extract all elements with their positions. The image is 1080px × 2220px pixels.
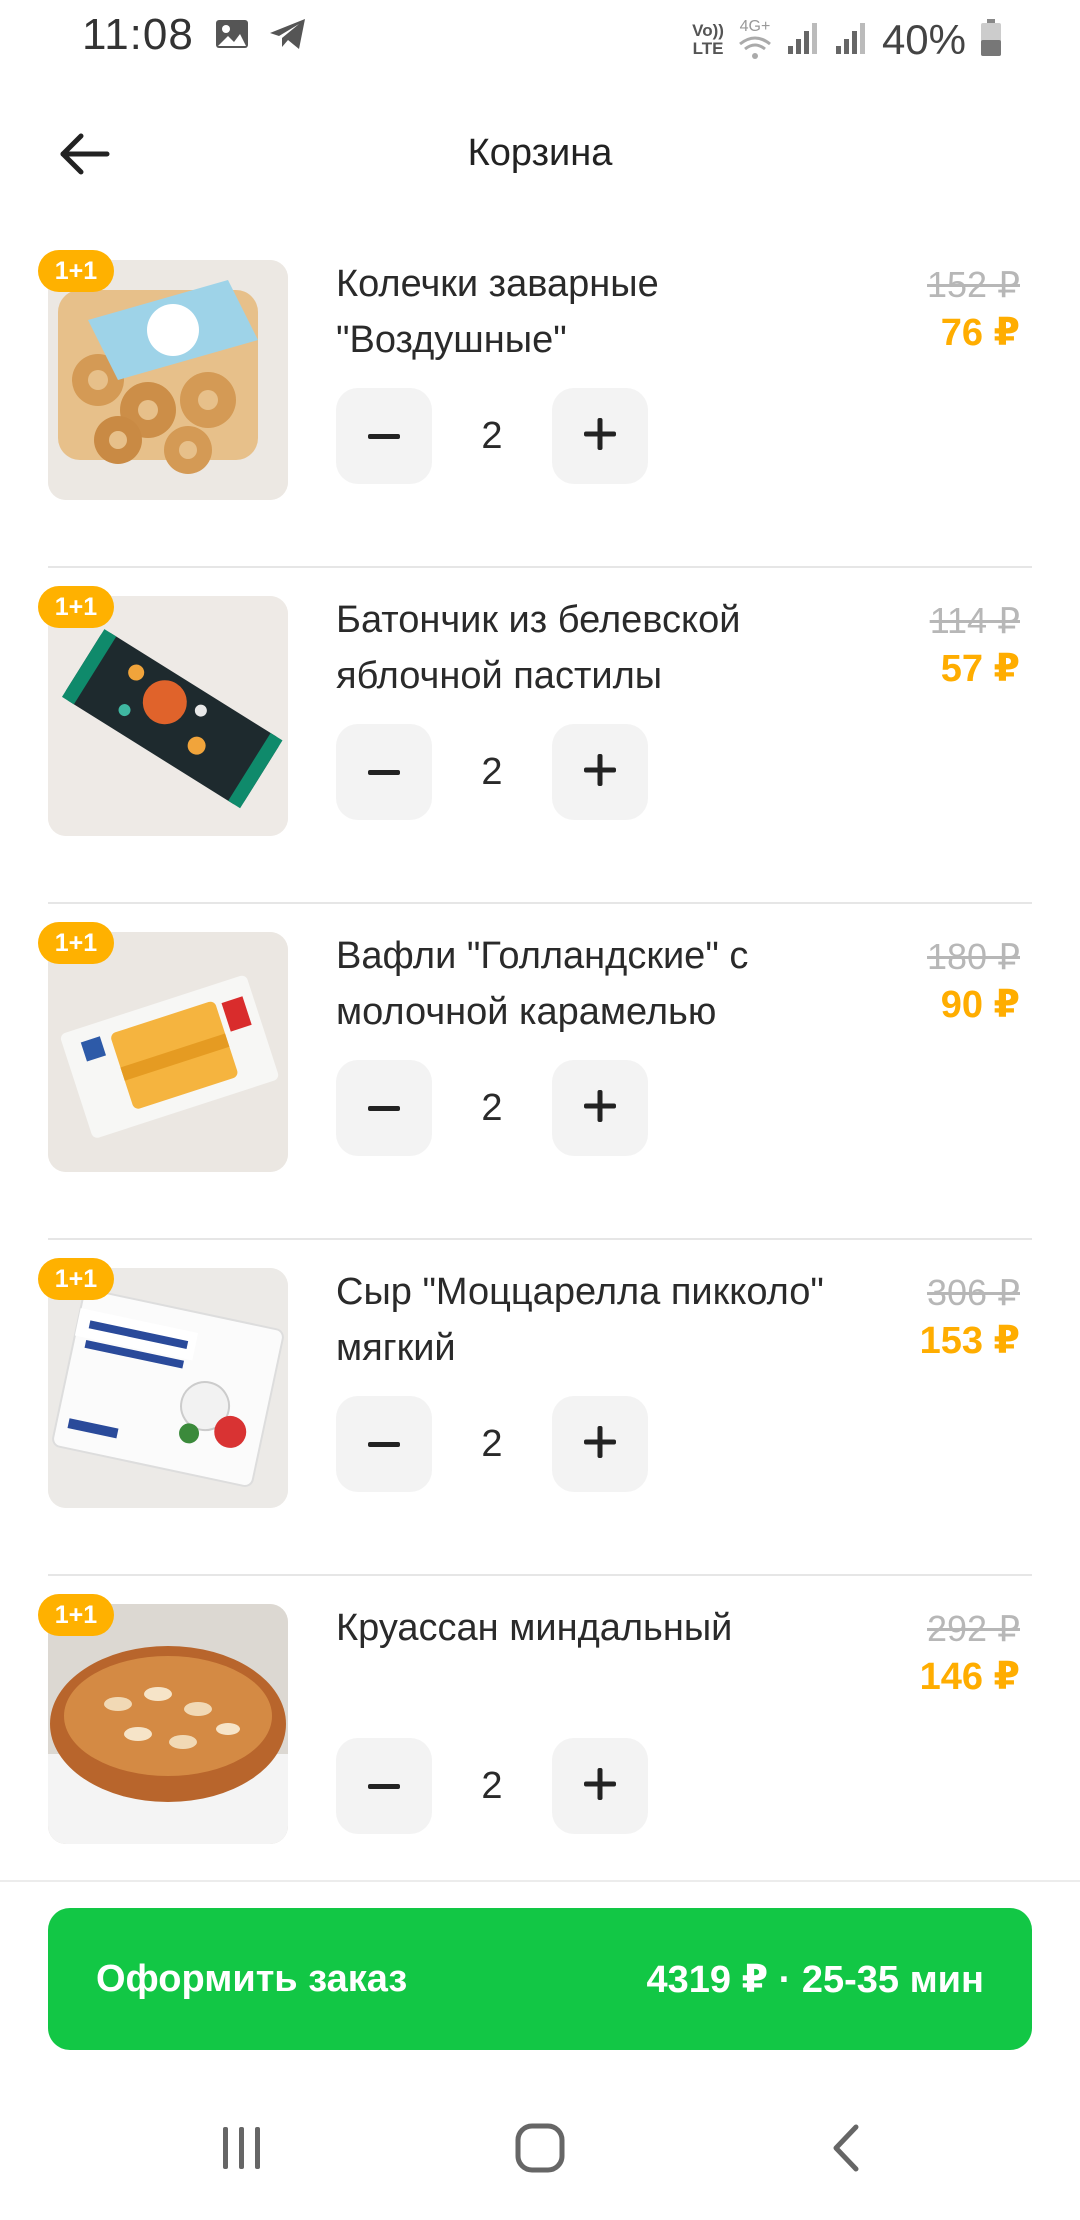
checkout-button[interactable]: Оформить заказ 4319 ₽ · 25-35 мин [48, 1908, 1032, 2050]
promo-badge: 1+1 [38, 586, 114, 628]
image-icon [214, 16, 250, 57]
new-price: 76 ₽ [940, 312, 1020, 354]
recents-button[interactable] [202, 2120, 282, 2180]
quantity-value: 2 [481, 1086, 503, 1129]
signal-icon [834, 20, 868, 61]
minus-icon [368, 1099, 400, 1117]
promo-badge: 1+1 [38, 250, 114, 292]
minus-icon [368, 763, 400, 781]
quantity-value: 2 [481, 1422, 503, 1465]
old-price: 180 ₽ [927, 936, 1020, 977]
status-time: 11:08 [82, 10, 194, 59]
cart-item: 1+1 Вафли "Голландские" с молочной карам… [0, 904, 1080, 1240]
volte-label: Vo)) [692, 21, 724, 40]
minus-icon [368, 1777, 400, 1795]
cart-list: 1+1 Колечки заварные "Воздушные" 2 152 ₽… [0, 232, 1080, 1912]
new-price: 90 ₽ [940, 984, 1020, 1026]
cart-item: 1+1 Круассан миндальный 2 292 ₽ 146 ₽ [0, 1576, 1080, 1912]
checkout-divider [0, 1880, 1080, 1882]
nav-back-button[interactable] [806, 2120, 886, 2180]
minus-icon [368, 427, 400, 445]
checkout-label: Оформить заказ [96, 1957, 408, 2000]
quantity-value: 2 [481, 750, 503, 793]
promo-badge: 1+1 [38, 1258, 114, 1300]
promo-badge: 1+1 [38, 1594, 114, 1636]
recents-icon [219, 2125, 265, 2176]
quantity-stepper: 2 [336, 1060, 648, 1156]
quantity-stepper: 2 [336, 1396, 648, 1492]
product-image[interactable] [48, 932, 288, 1172]
cart-item: 1+1 Батончик из белевской яблочной пасти… [0, 568, 1080, 904]
decrease-button[interactable] [336, 724, 432, 820]
home-button[interactable] [500, 2120, 580, 2180]
product-name[interactable]: Колечки заварные "Воздушные" [336, 256, 876, 368]
product-name[interactable]: Вафли "Голландские" с молочной карамелью [336, 928, 876, 1040]
telegram-icon [268, 16, 308, 57]
plus-icon [584, 1767, 616, 1805]
new-price: 57 ₽ [940, 648, 1020, 690]
wifi-icon: 4G+ [738, 19, 772, 61]
back-chevron-icon [828, 2123, 864, 2178]
quantity-stepper: 2 [336, 724, 648, 820]
increase-button[interactable] [552, 1396, 648, 1492]
product-image[interactable] [48, 260, 288, 500]
promo-badge: 1+1 [38, 922, 114, 964]
increase-button[interactable] [552, 388, 648, 484]
old-price: 152 ₽ [927, 264, 1020, 305]
plus-icon [584, 753, 616, 791]
increase-button[interactable] [552, 1738, 648, 1834]
cart-item: 1+1 Колечки заварные "Воздушные" 2 152 ₽… [0, 232, 1080, 568]
status-bar: 11:08 Vo)) LTE 4G+ 40% [0, 0, 1080, 80]
battery-percent: 40% [881, 16, 966, 63]
minus-icon [368, 1435, 400, 1453]
product-image[interactable] [48, 1268, 288, 1508]
decrease-button[interactable] [336, 1396, 432, 1492]
battery-icon [980, 18, 1002, 62]
home-icon [515, 2123, 565, 2178]
quantity-stepper: 2 [336, 1738, 648, 1834]
product-image[interactable] [48, 596, 288, 836]
plus-icon [584, 1425, 616, 1463]
product-image[interactable] [48, 1604, 288, 1844]
new-price: 146 ₽ [919, 1656, 1020, 1698]
network-label: 4G+ [739, 18, 771, 35]
quantity-value: 2 [481, 414, 503, 457]
cart-item: 1+1 Сыр "Моццарелла пикколо" мягкий 2 30… [0, 1240, 1080, 1576]
new-price: 153 ₽ [919, 1320, 1020, 1362]
old-price: 114 ₽ [929, 600, 1020, 641]
product-name[interactable]: Круассан миндальный [336, 1600, 876, 1656]
page-title: Корзина [467, 132, 613, 174]
increase-button[interactable] [552, 1060, 648, 1156]
signal-icon [786, 20, 820, 61]
decrease-button[interactable] [336, 1060, 432, 1156]
status-right: Vo)) LTE 4G+ 40% [692, 10, 1002, 70]
plus-icon [584, 417, 616, 455]
plus-icon [584, 1089, 616, 1127]
quantity-stepper: 2 [336, 388, 648, 484]
volte-icon: Vo)) LTE [692, 22, 724, 58]
decrease-button[interactable] [336, 1738, 432, 1834]
system-nav-bar [0, 2080, 1080, 2220]
order-summary: 4319 ₽ · 25-35 мин [646, 1958, 984, 2001]
product-name[interactable]: Сыр "Моццарелла пикколо" мягкий [336, 1264, 876, 1376]
old-price: 292 ₽ [927, 1608, 1020, 1649]
header: Корзина [0, 110, 1080, 200]
product-name[interactable]: Батончик из белевской яблочной пастилы [336, 592, 876, 704]
decrease-button[interactable] [336, 388, 432, 484]
old-price: 306 ₽ [927, 1272, 1020, 1313]
quantity-value: 2 [481, 1764, 503, 1807]
increase-button[interactable] [552, 724, 648, 820]
lte-label: LTE [692, 39, 724, 58]
